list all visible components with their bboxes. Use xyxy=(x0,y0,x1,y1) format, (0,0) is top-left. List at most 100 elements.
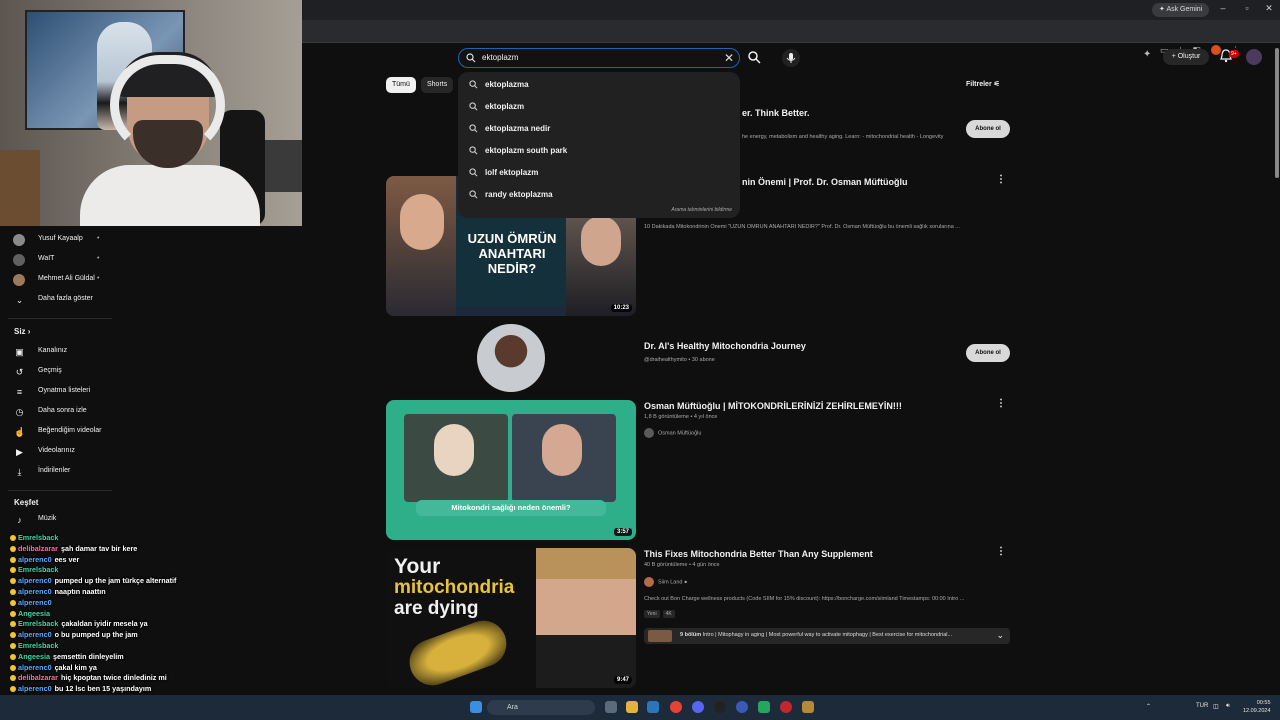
discord-icon[interactable] xyxy=(692,701,704,713)
more-options-icon[interactable]: ⋮ xyxy=(996,398,1006,409)
chat-username[interactable]: delibalzarar xyxy=(18,544,58,553)
chat-username[interactable]: alperenc0 xyxy=(18,598,52,607)
league-icon[interactable] xyxy=(802,701,814,713)
chat-username[interactable]: Emrelsback xyxy=(18,565,58,574)
sidebar-show-more[interactable]: ⌄ Daha fazla göster xyxy=(0,291,120,309)
sidebar-item-downloads[interactable]: ⤓ İndirilenler xyxy=(0,463,120,481)
live-dot-icon: • xyxy=(97,255,100,262)
search-button[interactable] xyxy=(747,50,765,66)
chat-username[interactable]: Emrelsback xyxy=(18,641,58,650)
suggestion-item[interactable]: ektoplazma xyxy=(458,73,740,95)
video-channel[interactable]: Osman Müftüoğlu xyxy=(644,428,701,438)
create-button[interactable]: + Oluştur xyxy=(1163,49,1209,65)
language-indicator[interactable]: TUR xyxy=(1196,703,1208,709)
channel-icon: ▣ xyxy=(15,347,24,357)
search-box[interactable]: ektoplazm ✕ xyxy=(458,48,740,68)
video-title[interactable]: nin Önemi | Prof. Dr. Osman Müftüoğlu xyxy=(742,177,908,187)
sidebar-item-history[interactable]: ↺ Geçmiş xyxy=(0,363,120,381)
sidebar-section-you[interactable]: Siz › xyxy=(14,327,30,336)
chat-username[interactable]: Emrelsback xyxy=(18,619,58,628)
tag-new: Yeni xyxy=(644,610,660,618)
more-options-icon[interactable]: ⋮ xyxy=(996,174,1006,185)
network-icon[interactable]: ◫ xyxy=(1213,703,1219,710)
chat-username[interactable]: alperenc0 xyxy=(18,555,52,564)
chat-username[interactable]: Angeesia xyxy=(18,609,50,618)
extension-icon[interactable]: ✦ xyxy=(1143,49,1157,65)
account-avatar[interactable] xyxy=(1246,49,1262,65)
chapters-row[interactable]: 9 bölüm Intro | Mitophagy in aging | Mos… xyxy=(644,628,1010,644)
search-icon xyxy=(466,53,476,63)
video-title[interactable]: This Fixes Mitochondria Better Than Any … xyxy=(644,549,873,559)
sidebar-item-your-videos[interactable]: ▶ Videolarınız xyxy=(0,443,120,461)
sidebar-subscription[interactable]: WaIT • xyxy=(0,251,120,269)
sidebar-subscription[interactable]: Mehmet Ali Güldal • xyxy=(0,271,120,289)
chat-username[interactable]: alperenc0 xyxy=(18,663,52,672)
video-thumbnail[interactable]: Your mitochondria are dying 9:47 xyxy=(386,548,636,688)
task-view-icon[interactable] xyxy=(605,701,617,713)
filters-button[interactable]: Filtreler ⚟ xyxy=(966,80,1000,88)
chip-all[interactable]: Tümü xyxy=(386,77,416,93)
suggestion-item[interactable]: ektoplazma nedir xyxy=(458,117,740,139)
video-channel[interactable]: Siim Land ● xyxy=(644,577,687,587)
maximize-button[interactable]: ▫ xyxy=(1238,3,1256,13)
channel-description: he energy, metabolism and healthy aging.… xyxy=(742,134,944,140)
suggestion-item[interactable]: randy ektoplazma xyxy=(458,183,740,205)
chevron-down-icon[interactable]: ⌄ xyxy=(996,630,1004,641)
chat-username[interactable]: alperenc0 xyxy=(18,587,52,596)
sidebar-item-watch-later[interactable]: ◷ Daha sonra izle xyxy=(0,403,120,421)
suggestion-item[interactable]: ektoplazm south park xyxy=(458,139,740,161)
webcam-window xyxy=(262,140,302,192)
chat-username[interactable]: delibalzarar xyxy=(18,673,58,682)
tray-chevron-icon[interactable]: ⌃ xyxy=(1146,703,1151,710)
video-title[interactable]: Osman Müftüoğlu | MİTOKONDRİLERİNİZİ ZEH… xyxy=(644,401,902,411)
report-predictions-link[interactable]: Arama tahminlerini bildirme xyxy=(671,207,732,213)
sidebar-subscription[interactable]: Yusuf Kayaalp • xyxy=(0,231,120,249)
history-icon: ↺ xyxy=(15,367,24,377)
sidebar-item-playlists[interactable]: ≡ Oynatma listeleri xyxy=(0,383,120,401)
clock-date: 12.09.2024 xyxy=(1243,708,1271,714)
steam-icon[interactable] xyxy=(647,701,659,713)
close-window-button[interactable]: ✕ xyxy=(1260,3,1278,14)
subscribe-button[interactable]: Abone ol xyxy=(966,120,1010,138)
suggestion-item[interactable]: ektoplazm xyxy=(458,95,740,117)
channel-title[interactable]: Dr. Al's Healthy Mitochondria Journey xyxy=(644,341,806,351)
minimize-button[interactable]: – xyxy=(1214,3,1232,13)
volume-icon[interactable]: 🔊︎ xyxy=(1226,703,1230,710)
voice-search-button[interactable] xyxy=(782,49,800,67)
app-icon[interactable] xyxy=(758,701,770,713)
taskbar-clock[interactable]: 00:55 12.09.2024 xyxy=(1243,699,1271,715)
chat-username[interactable]: alperenc0 xyxy=(18,684,52,693)
chat-username[interactable]: Angeesia xyxy=(18,652,50,661)
search-input[interactable]: ektoplazm xyxy=(482,53,518,62)
subscribe-button[interactable]: Abone ol xyxy=(966,344,1010,362)
suggestion-label: ektoplazma xyxy=(485,80,529,89)
chat-text: o bu pumped up the jam xyxy=(54,630,138,640)
sidebar-label: Beğendiğim videolar xyxy=(38,427,102,434)
video-thumbnail[interactable]: Mitokondri sağlığı neden önemli? 3:57 xyxy=(386,400,636,540)
suggestion-item[interactable]: lolf ektoplazm xyxy=(458,161,740,183)
sidebar-label: Videolarınız xyxy=(38,447,75,454)
ask-gemini-button[interactable]: ✦ Ask Gemini xyxy=(1152,3,1210,17)
chip-shorts[interactable]: Shorts xyxy=(421,77,454,93)
thumbnail-line1: Your xyxy=(394,555,441,578)
app-icon[interactable] xyxy=(736,701,748,713)
channel-avatar[interactable] xyxy=(477,324,545,392)
start-icon[interactable] xyxy=(470,701,482,713)
chat-username[interactable]: Emrelsback xyxy=(18,533,58,542)
chrome-icon[interactable] xyxy=(670,701,682,713)
sidebar-item-your-channel[interactable]: ▣ Kanalınız xyxy=(0,343,120,361)
more-options-icon[interactable]: ⋮ xyxy=(996,546,1006,557)
sidebar-item-liked[interactable]: ☝ Beğendiğim videolar xyxy=(0,423,120,441)
search-icon xyxy=(469,168,478,177)
page-scrollbar[interactable] xyxy=(1275,48,1279,178)
sidebar-item-music[interactable]: ♪ Müzik xyxy=(0,511,120,529)
chat-username[interactable]: alperenc0 xyxy=(18,630,52,639)
chat-message: Emrelsback xyxy=(10,565,61,574)
clear-search-icon[interactable]: ✕ xyxy=(724,51,734,65)
taskbar-search[interactable]: Ara xyxy=(487,700,595,715)
obs-icon[interactable] xyxy=(714,701,726,713)
chat-username[interactable]: alperenc0 xyxy=(18,576,52,585)
channel-title[interactable]: er. Think Better. xyxy=(742,108,810,118)
file-explorer-icon[interactable] xyxy=(626,701,638,713)
app-icon[interactable] xyxy=(780,701,792,713)
